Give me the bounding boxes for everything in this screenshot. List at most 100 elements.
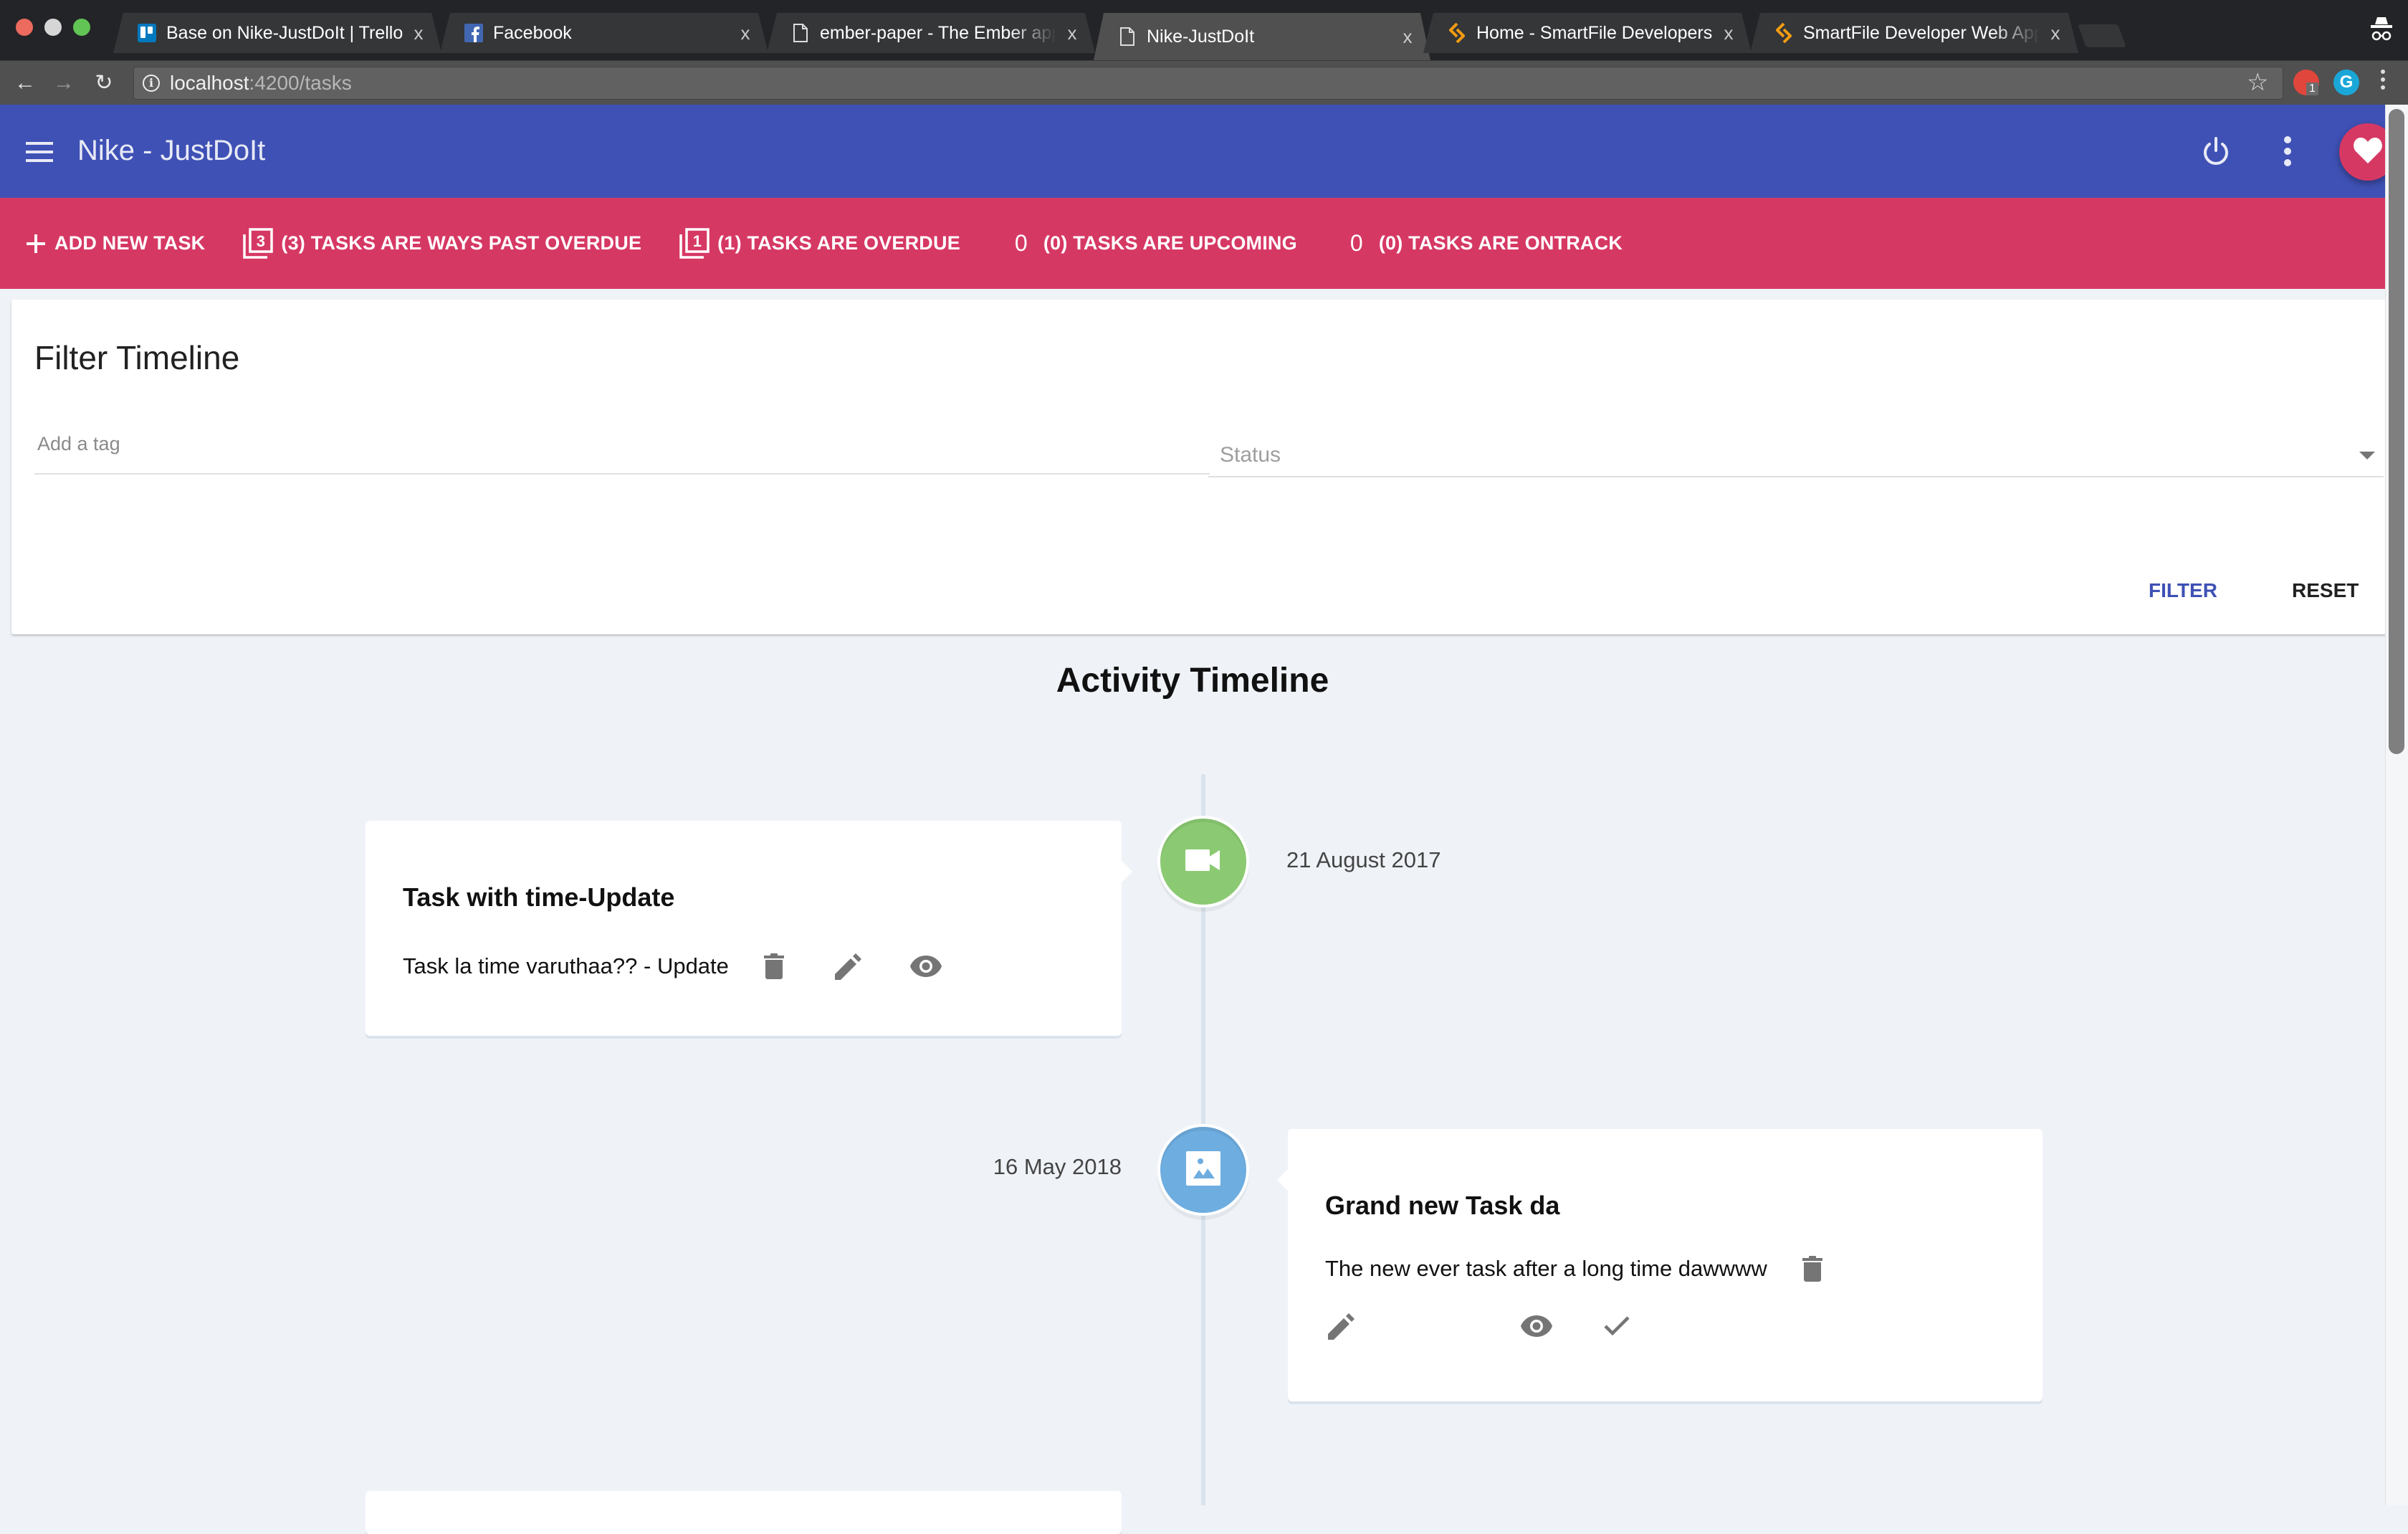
tab-close-icon[interactable]: x xyxy=(1720,22,1737,44)
add-new-task-label: ADD NEW TASK xyxy=(54,232,206,254)
timeline-card: Grand new Task da The new ever task afte… xyxy=(1277,1129,2042,1401)
tab-close-icon[interactable]: x xyxy=(1064,22,1081,44)
ontrack-label: (0) TASKS ARE ONTRACK xyxy=(1378,232,1623,254)
app-title: Nike - JustDoIt xyxy=(77,135,266,166)
add-new-task-button[interactable]: ADD NEW TASK xyxy=(24,232,205,255)
grammarly-extension-icon[interactable]: G xyxy=(2333,70,2359,95)
tab-title: Home - SmartFile Developers xyxy=(1476,22,1713,43)
browser-tab[interactable]: Facebook x xyxy=(440,13,768,53)
back-arrow-icon[interactable]: ← xyxy=(13,71,37,95)
url-path: :4200/tasks xyxy=(249,72,352,94)
ways-past-overdue-button[interactable]: 3 (3) TASKS ARE WAYS PAST OVERDUE xyxy=(242,227,642,259)
task-body: The new ever task after a long time daww… xyxy=(1325,1252,2022,1343)
timeline-card xyxy=(366,1491,1122,1534)
upcoming-button[interactable]: 0 (0) TASKS ARE UPCOMING xyxy=(1015,230,1297,257)
url-host: localhost xyxy=(170,72,249,94)
browser-toolbar: ← → ↻ i localhost:4200/tasks ☆ 1 G xyxy=(0,60,2408,105)
zero-count-icon: 0 xyxy=(1349,230,1363,256)
info-icon[interactable]: i xyxy=(143,75,160,92)
complete-check-icon[interactable] xyxy=(1600,1310,1633,1343)
zero-count-icon: 0 xyxy=(1014,230,1028,256)
tab-title: Facebook xyxy=(493,22,572,43)
tab-title: Base on Nike-JustDoIt | Trello xyxy=(166,22,403,43)
smartfile-icon xyxy=(1774,24,1793,42)
browser-tab-active[interactable]: Nike-JustDoIt x xyxy=(1094,13,1430,60)
close-window-button[interactable] xyxy=(16,19,33,36)
svg-text:3: 3 xyxy=(257,232,265,250)
filter-3-icon: 3 xyxy=(242,227,274,259)
timeline-node xyxy=(1157,816,1249,907)
task-title: Grand new Task da xyxy=(1325,1191,1560,1220)
timeline-node-badge xyxy=(1160,1127,1246,1213)
view-eye-icon[interactable] xyxy=(909,950,942,983)
edit-pencil-icon[interactable] xyxy=(1325,1310,1358,1343)
forward-arrow-icon[interactable]: → xyxy=(52,71,76,95)
timeline-card: Task with time-Update Task la time varut… xyxy=(366,821,1132,1036)
upcoming-label: (0) TASKS ARE UPCOMING xyxy=(1043,232,1297,254)
add-tag-input[interactable] xyxy=(34,433,1210,455)
new-tab-button[interactable] xyxy=(2078,24,2126,47)
card-pointer xyxy=(1277,1168,1289,1191)
hamburger-menu-icon[interactable] xyxy=(26,142,53,162)
edit-pencil-icon[interactable] xyxy=(832,950,865,983)
videocam-icon xyxy=(1185,849,1221,875)
address-bar[interactable]: i localhost:4200/tasks xyxy=(133,67,2283,100)
task-description: Task la time varuthaa?? - Update xyxy=(403,953,729,978)
trello-icon xyxy=(138,24,156,42)
page-icon xyxy=(791,24,810,42)
delete-icon[interactable] xyxy=(758,950,790,983)
minimize-window-button[interactable] xyxy=(44,19,62,36)
timeline-node-badge xyxy=(1160,819,1246,905)
overdue-label: (1) TASKS ARE OVERDUE xyxy=(717,232,960,254)
task-body: Task la time varuthaa?? - Update xyxy=(403,950,1102,983)
app-header: Nike - JustDoIt xyxy=(0,105,2385,198)
ontrack-button[interactable]: 0 (0) TASKS ARE ONTRACK xyxy=(1350,230,1623,257)
facebook-icon xyxy=(464,24,483,42)
overdue-button[interactable]: 1 (1) TASKS ARE OVERDUE xyxy=(679,227,960,259)
browser-tab[interactable]: Base on Nike-JustDoIt | Trello x xyxy=(113,13,441,53)
delete-icon[interactable] xyxy=(1796,1252,1829,1285)
filter-title: Filter Timeline xyxy=(34,339,240,376)
incognito-icon xyxy=(2369,16,2394,48)
browser-tab[interactable]: SmartFile Developer Web App x xyxy=(1750,13,2078,53)
timeline-node xyxy=(1157,1124,1249,1216)
browser-tab-strip: Base on Nike-JustDoIt | Trello x Faceboo… xyxy=(0,0,2408,60)
tab-close-icon[interactable]: x xyxy=(410,22,427,44)
more-vert-icon[interactable] xyxy=(2280,136,2295,168)
adblock-extension-icon[interactable]: 1 xyxy=(2293,70,2319,95)
page-icon xyxy=(1118,27,1137,46)
tab-title: Nike-JustDoIt xyxy=(1147,26,1255,47)
task-date: 16 May 2018 xyxy=(993,1154,1122,1179)
browser-tab[interactable]: Home - SmartFile Developers x xyxy=(1423,13,1752,53)
image-icon xyxy=(1186,1150,1220,1189)
tab-close-icon[interactable]: x xyxy=(1399,26,1416,48)
dropdown-arrow-icon xyxy=(2359,452,2375,459)
card-pointer xyxy=(1121,860,1132,883)
tab-title: ember-paper - The Ember app xyxy=(820,22,1056,43)
bookmark-star-icon[interactable]: ☆ xyxy=(2247,68,2268,97)
svg-text:1: 1 xyxy=(693,232,702,250)
power-logout-icon[interactable] xyxy=(2200,136,2232,168)
ways-past-overdue-label: (3) TASKS ARE WAYS PAST OVERDUE xyxy=(281,232,642,254)
reset-button[interactable]: RESET xyxy=(2292,579,2359,602)
tab-title: SmartFile Developer Web App xyxy=(1803,22,2040,43)
smartfile-icon xyxy=(1448,24,1466,42)
tab-close-icon[interactable]: x xyxy=(2047,22,2064,44)
tag-input-wrapper xyxy=(34,421,1210,475)
task-status-toolbar: ADD NEW TASK 3 (3) TASKS ARE WAYS PAST O… xyxy=(0,198,2385,289)
view-eye-icon[interactable] xyxy=(1520,1310,1553,1343)
chrome-menu-icon[interactable] xyxy=(2379,70,2386,93)
status-select-label: Status xyxy=(1220,443,1281,467)
filter-1-icon: 1 xyxy=(679,227,710,259)
maximize-window-button[interactable] xyxy=(73,19,90,36)
browser-tab[interactable]: ember-paper - The Ember app x xyxy=(767,13,1095,53)
status-select[interactable]: Status xyxy=(1208,436,2384,477)
tab-close-icon[interactable]: x xyxy=(737,22,754,44)
extension-badge: 1 xyxy=(2306,82,2318,95)
page-scrollbar-thumb[interactable] xyxy=(2389,109,2404,754)
filter-button[interactable]: FILTER xyxy=(2149,579,2217,602)
plus-icon xyxy=(24,232,47,255)
filter-timeline-card: Filter Timeline Status FILTER RESET xyxy=(11,300,2386,634)
reload-icon[interactable]: ↻ xyxy=(92,71,116,95)
task-description: The new ever task after a long time daww… xyxy=(1325,1256,1767,1281)
